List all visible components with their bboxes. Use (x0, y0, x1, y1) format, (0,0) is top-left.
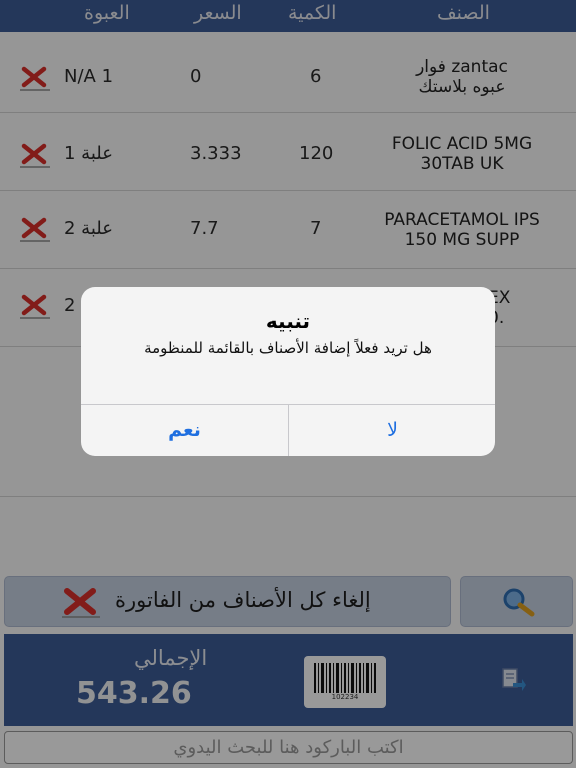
alert-no-button[interactable]: لا (289, 405, 495, 456)
alert-title: تنبيه (265, 309, 311, 333)
alert-yes-button[interactable]: نعم (81, 405, 288, 456)
alert-message: هل تريد فعلاً إضافة الأصناف بالقائمة للم… (144, 339, 432, 357)
confirmation-alert: تنبيه هل تريد فعلاً إضافة الأصناف بالقائ… (81, 287, 495, 456)
invoice-screen: الصنف الكمية السعر العبوة N/A 1 0 6 فوار… (0, 0, 576, 768)
